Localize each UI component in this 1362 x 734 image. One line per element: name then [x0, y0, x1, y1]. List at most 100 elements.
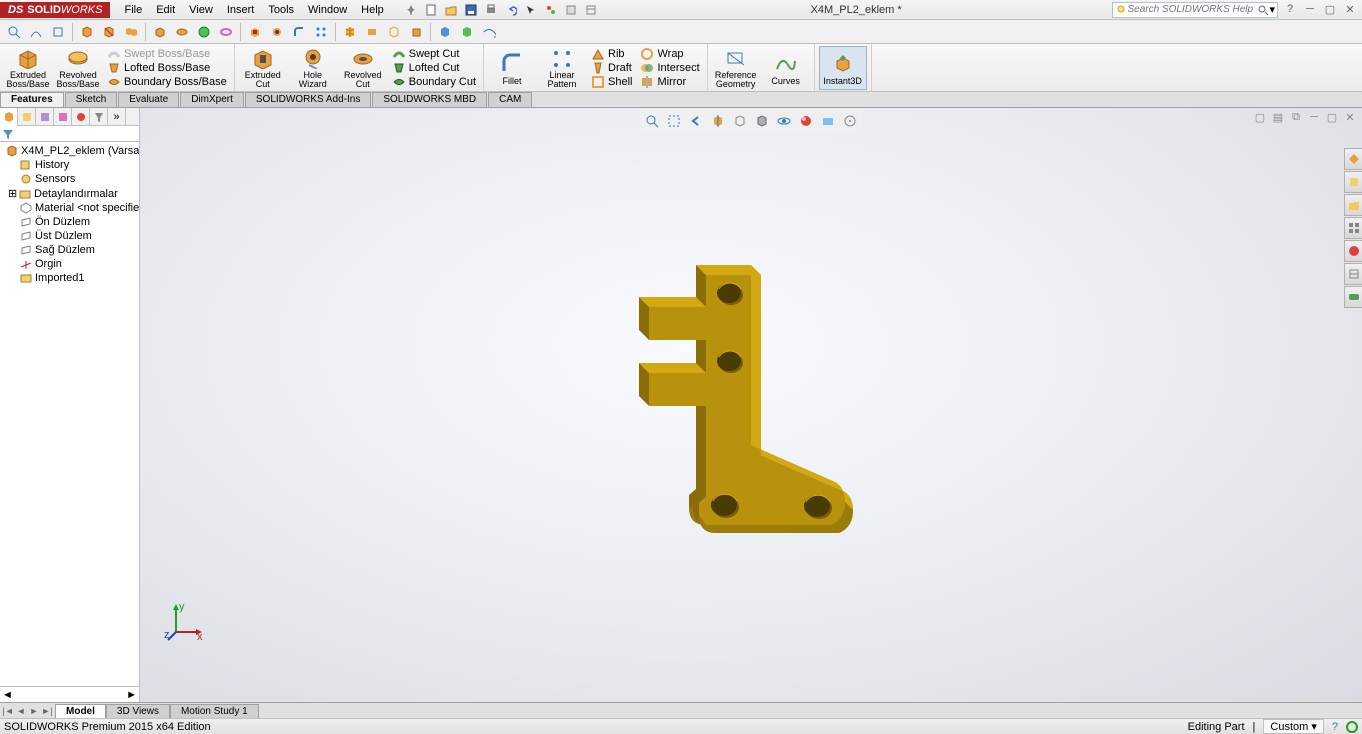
bt-next-icon[interactable]: ►	[28, 706, 40, 716]
lofted-cut-button[interactable]: Lofted Cut	[389, 61, 479, 75]
qat-cubefront-icon[interactable]	[406, 22, 426, 42]
close-icon[interactable]: ✕	[1342, 3, 1358, 16]
tab-features[interactable]: Features	[0, 92, 64, 107]
tree-origin[interactable]: Orgin	[2, 257, 137, 271]
menu-view[interactable]: View	[183, 2, 219, 18]
qat-box-icon[interactable]	[362, 22, 382, 42]
qat-cutex-icon[interactable]	[245, 22, 265, 42]
bottom-tab-model[interactable]: Model	[55, 704, 106, 718]
restore-icon[interactable]: ▢	[1322, 3, 1338, 16]
tree-imported1[interactable]: Imported1	[2, 271, 137, 285]
tree-front-plane[interactable]: Ön Düzlem	[2, 215, 137, 229]
undo-icon[interactable]	[502, 2, 520, 18]
qat-sphere-icon[interactable]	[194, 22, 214, 42]
tree-filter-bar[interactable]	[0, 126, 139, 142]
boundary-cut-button[interactable]: Boundary Cut	[389, 75, 479, 89]
bt-first-icon[interactable]: |◄	[2, 706, 14, 716]
minimize-icon[interactable]: ─	[1302, 3, 1318, 16]
bottom-tab-motion[interactable]: Motion Study 1	[170, 704, 259, 718]
draft-button[interactable]: Draft	[588, 61, 635, 75]
revolved-boss-button[interactable]: RevolvedBoss/Base	[54, 46, 102, 90]
bt-prev-icon[interactable]: ◄	[15, 706, 27, 716]
vp-max-icon[interactable]: ▢	[1324, 110, 1340, 124]
swept-cut-button[interactable]: Swept Cut	[389, 47, 479, 61]
qat-cubewireo-icon[interactable]	[384, 22, 404, 42]
extruded-boss-button[interactable]: ExtrudedBoss/Base	[4, 46, 52, 90]
qat-cubecross-icon[interactable]	[99, 22, 119, 42]
tab-dimxpert[interactable]: DimXpert	[180, 92, 244, 107]
tree-tab-feature-icon[interactable]	[0, 108, 18, 126]
tree-scrollbar[interactable]: ◄ ►	[0, 686, 139, 702]
open-icon[interactable]	[442, 2, 460, 18]
rebuild-icon[interactable]	[542, 2, 560, 18]
fillet-button[interactable]: Fillet	[488, 46, 536, 90]
pin-icon[interactable]	[402, 2, 420, 18]
qat-extrude-icon[interactable]	[150, 22, 170, 42]
ref-geometry-button[interactable]: ReferenceGeometry	[712, 46, 760, 90]
bt-last-icon[interactable]: ►|	[41, 706, 53, 716]
print-icon[interactable]	[482, 2, 500, 18]
tree-tab-property-icon[interactable]	[18, 108, 36, 126]
rib-button[interactable]: Rib	[588, 47, 635, 61]
intersect-button[interactable]: Intersect	[637, 61, 702, 75]
qat-cubegreen-icon[interactable]	[457, 22, 477, 42]
save-icon[interactable]	[462, 2, 480, 18]
qat-cubeblue-icon[interactable]	[435, 22, 455, 42]
tp-resources-icon[interactable]	[1344, 148, 1362, 170]
menu-window[interactable]: Window	[302, 2, 353, 18]
tp-design-library-icon[interactable]	[1344, 171, 1362, 193]
status-rebuild-icon[interactable]	[1346, 721, 1358, 733]
menu-file[interactable]: File	[118, 2, 148, 18]
help-search[interactable]: ▾	[1112, 2, 1278, 18]
menu-tools[interactable]: Tools	[262, 2, 300, 18]
status-help-icon[interactable]: ?	[1332, 721, 1338, 733]
vp-dualh-icon[interactable]: ▤	[1270, 110, 1286, 124]
vp-prevview-icon[interactable]	[686, 112, 706, 130]
status-units-button[interactable]: Custom ▾	[1263, 719, 1323, 734]
menu-edit[interactable]: Edit	[150, 2, 181, 18]
tp-custom-props-icon[interactable]	[1344, 263, 1362, 285]
search-dd-icon[interactable]: ▾	[1269, 3, 1275, 16]
tab-evaluate[interactable]: Evaluate	[118, 92, 179, 107]
new-icon[interactable]	[422, 2, 440, 18]
select-icon[interactable]	[522, 2, 540, 18]
instant3d-button[interactable]: Instant3D	[819, 46, 867, 90]
qat-filletq-icon[interactable]	[289, 22, 309, 42]
bottom-tab-3dviews[interactable]: 3D Views	[106, 704, 170, 718]
options2-icon[interactable]	[582, 2, 600, 18]
qat-torus-icon[interactable]	[216, 22, 236, 42]
graphics-viewport[interactable]: ▢ ▤ ⧉ ─ ▢ ✕	[140, 108, 1362, 702]
tp-appearances-icon[interactable]	[1344, 240, 1362, 262]
qat-cube1-icon[interactable]	[77, 22, 97, 42]
qat-arc-icon[interactable]	[26, 22, 46, 42]
vp-zoomarea-icon[interactable]	[664, 112, 684, 130]
tree-tab-config-icon[interactable]	[36, 108, 54, 126]
mirror-button[interactable]: Mirror	[637, 75, 702, 89]
curves-button[interactable]: Curves	[762, 46, 810, 90]
boundary-boss-button[interactable]: Boundary Boss/Base	[104, 75, 230, 89]
tree-top-plane[interactable]: Üst Düzlem	[2, 229, 137, 243]
tree-material[interactable]: Material <not specified>	[2, 201, 137, 215]
tree-tab-display-icon[interactable]	[72, 108, 90, 126]
tree-tab-dim-icon[interactable]	[54, 108, 72, 126]
vp-zoomfit-icon[interactable]	[642, 112, 662, 130]
qat-zoom-icon[interactable]	[4, 22, 24, 42]
vp-scene-icon[interactable]	[818, 112, 838, 130]
help-search-input[interactable]	[1127, 4, 1257, 15]
tree-history[interactable]: History	[2, 158, 137, 172]
model-part[interactable]	[601, 245, 901, 565]
menu-insert[interactable]: Insert	[221, 2, 261, 18]
wrap-button[interactable]: Wrap	[637, 47, 702, 61]
swept-boss-button[interactable]: Swept Boss/Base	[104, 47, 230, 61]
vp-viewsetting-icon[interactable]	[840, 112, 860, 130]
qat-curveq-icon[interactable]	[479, 22, 499, 42]
tree-annotations[interactable]: ⊞Detaylandırmalar	[2, 186, 137, 201]
tab-cam[interactable]: CAM	[488, 92, 532, 107]
tree-root[interactable]: X4M_PL2_eklem (Varsayılan<<Var	[2, 144, 137, 158]
extruded-cut-button[interactable]: ExtrudedCut	[239, 46, 287, 90]
tree-sensors[interactable]: Sensors	[2, 172, 137, 186]
hole-wizard-button[interactable]: HoleWizard	[289, 46, 337, 90]
vp-editappear-icon[interactable]	[796, 112, 816, 130]
qat-patternq-icon[interactable]	[311, 22, 331, 42]
tp-file-explorer-icon[interactable]	[1344, 194, 1362, 216]
